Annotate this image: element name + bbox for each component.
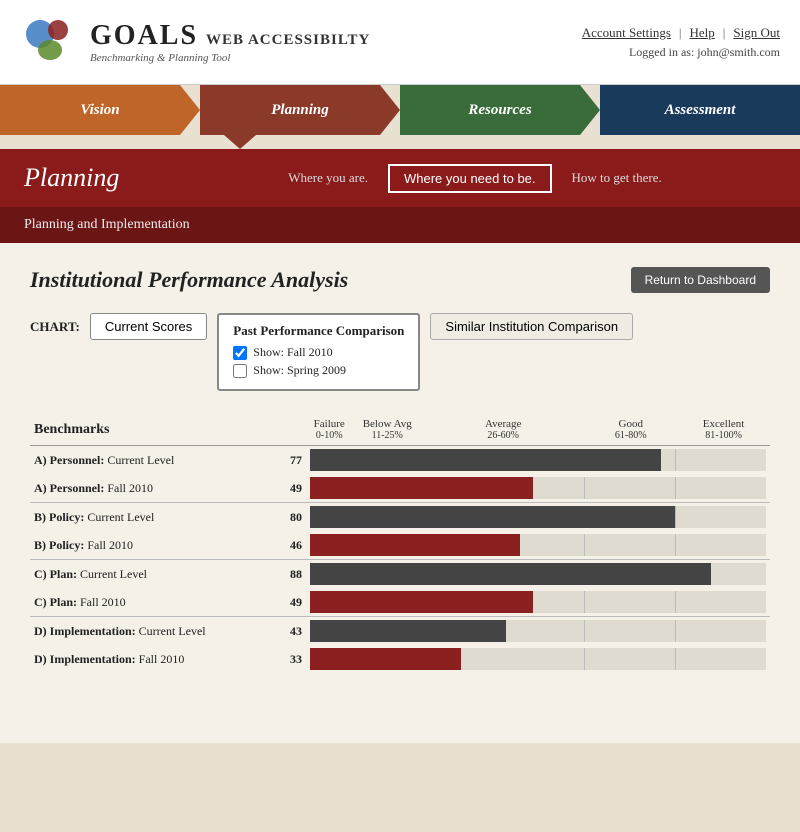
- chart-table: Benchmarks Failure 0-10% Below Avg 11-25…: [30, 415, 770, 673]
- bar-cell: [306, 531, 770, 560]
- nav-planning[interactable]: Planning: [200, 85, 400, 135]
- table-row: C) Plan: Fall 201049: [30, 588, 770, 617]
- header-links: Account Settings | Help | Sign Out: [582, 25, 780, 41]
- fall-2010-row: Show: Fall 2010: [233, 345, 404, 360]
- logo-area: GOALS WEB ACCESSIBILTY Benchmarking & Pl…: [20, 12, 370, 72]
- score-value: 77: [262, 446, 306, 475]
- chart-selector: CHART: Current Scores Past Performance C…: [30, 313, 770, 391]
- help-link[interactable]: Help: [690, 25, 715, 41]
- step-where-you-are: Where you are.: [288, 170, 368, 186]
- planning-sub-title: Planning and Implementation: [24, 217, 190, 232]
- step-where-you-need[interactable]: Where you need to be.: [388, 164, 552, 193]
- col-excellent: Excellent 81-100%: [677, 415, 770, 446]
- col-failure: Failure 0-10%: [306, 415, 352, 446]
- score-value: 49: [262, 474, 306, 503]
- nav-bar: Vision Planning Resources Assessment: [0, 85, 800, 135]
- score-value: 43: [262, 617, 306, 646]
- section-title: Institutional Performance Analysis: [30, 267, 348, 293]
- bar-cell: [306, 588, 770, 617]
- bar-cell: [306, 474, 770, 503]
- logged-in-user: john@smith.com: [697, 45, 780, 59]
- planning-title: Planning: [24, 163, 144, 193]
- score-value: 88: [262, 560, 306, 589]
- header-right: Account Settings | Help | Sign Out Logge…: [582, 25, 780, 60]
- past-performance-title: Past Performance Comparison: [233, 323, 404, 339]
- spring-2009-row: Show: Spring 2009: [233, 363, 404, 378]
- section-header: Institutional Performance Analysis Retur…: [30, 267, 770, 293]
- table-row: A) Personnel: Fall 201049: [30, 474, 770, 503]
- fall-2010-label: Show: Fall 2010: [253, 345, 332, 360]
- nav-assessment[interactable]: Assessment: [600, 85, 800, 135]
- col-below-avg: Below Avg 11-25%: [352, 415, 422, 446]
- table-row: B) Policy: Fall 201046: [30, 531, 770, 560]
- planning-title-bar: Planning Where you are. Where you need t…: [0, 149, 800, 207]
- table-row: C) Plan: Current Level88: [30, 560, 770, 589]
- logo-icon: [20, 12, 80, 72]
- sign-out-link[interactable]: Sign Out: [733, 25, 780, 41]
- chart-header-row: Benchmarks Failure 0-10% Below Avg 11-25…: [30, 415, 770, 446]
- similar-institution-button[interactable]: Similar Institution Comparison: [430, 313, 633, 340]
- nav-vision[interactable]: Vision: [0, 85, 200, 135]
- fall-2010-checkbox[interactable]: [233, 346, 247, 360]
- main-content: Institutional Performance Analysis Retur…: [0, 243, 800, 743]
- table-row: B) Policy: Current Level80: [30, 503, 770, 532]
- table-row: D) Implementation: Current Level43: [30, 617, 770, 646]
- logo-goals: GOALS: [90, 20, 198, 52]
- col-average: Average 26-60%: [422, 415, 584, 446]
- chart-body: A) Personnel: Current Level77A) Personne…: [30, 446, 770, 674]
- planning-sub-bar: Planning and Implementation: [0, 207, 800, 243]
- nav-arrow: [0, 135, 800, 149]
- score-value: 49: [262, 588, 306, 617]
- bar-cell: [306, 645, 770, 673]
- return-dashboard-button[interactable]: Return to Dashboard: [631, 267, 770, 293]
- account-settings-link[interactable]: Account Settings: [582, 25, 671, 41]
- logo-text: GOALS WEB ACCESSIBILTY Benchmarking & Pl…: [90, 20, 370, 64]
- bar-cell: [306, 446, 770, 475]
- planning-header: Planning Where you are. Where you need t…: [0, 149, 800, 243]
- table-row: A) Personnel: Current Level77: [30, 446, 770, 475]
- score-value: 46: [262, 531, 306, 560]
- header: GOALS WEB ACCESSIBILTY Benchmarking & Pl…: [0, 0, 800, 85]
- benchmarks-header: Benchmarks: [30, 415, 262, 446]
- spring-2009-checkbox[interactable]: [233, 364, 247, 378]
- logged-in-info: Logged in as: john@smith.com: [582, 45, 780, 60]
- score-value: 33: [262, 645, 306, 673]
- logo-sub1: WEB ACCESSIBILTY: [206, 32, 370, 49]
- score-value: 80: [262, 503, 306, 532]
- step-how-to-get: How to get there.: [572, 170, 662, 186]
- col-good: Good 61-80%: [584, 415, 677, 446]
- current-scores-button[interactable]: Current Scores: [90, 313, 207, 340]
- table-row: D) Implementation: Fall 201033: [30, 645, 770, 673]
- chart-label: CHART:: [30, 313, 80, 335]
- spring-2009-label: Show: Spring 2009: [253, 363, 346, 378]
- past-performance-box: Past Performance Comparison Show: Fall 2…: [217, 313, 420, 391]
- planning-steps: Where you are. Where you need to be. How…: [174, 164, 776, 193]
- bar-cell: [306, 503, 770, 532]
- bar-cell: [306, 617, 770, 646]
- logo-sub2: Benchmarking & Planning Tool: [90, 52, 370, 64]
- bar-cell: [306, 560, 770, 589]
- nav-resources[interactable]: Resources: [400, 85, 600, 135]
